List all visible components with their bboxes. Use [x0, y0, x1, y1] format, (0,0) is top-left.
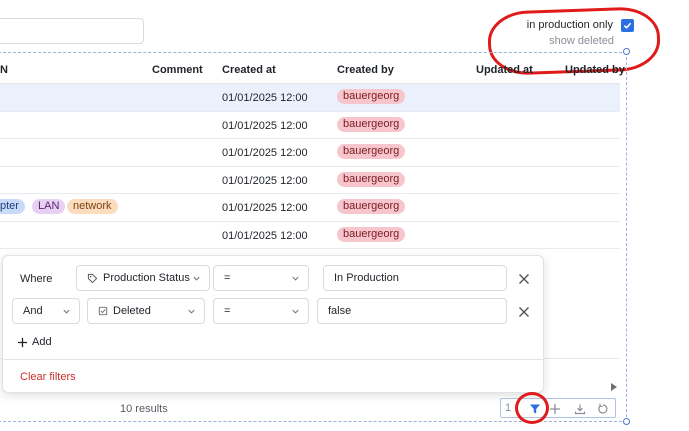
- filter-operator-select[interactable]: =: [213, 298, 309, 324]
- table-row[interactable]: 01/01/2025 12:00 bauergeorg: [0, 167, 620, 194]
- filter-field-select[interactable]: Deleted: [87, 298, 205, 324]
- chevron-down-icon: [188, 309, 195, 314]
- created-at-cell: 01/01/2025 12:00: [222, 147, 308, 159]
- category-tag: pter: [0, 199, 25, 214]
- column-header-created-at[interactable]: Created at: [222, 64, 276, 76]
- table-row[interactable]: 01/01/2025 12:00 bauergeorg: [0, 139, 620, 167]
- filter-operator-label: =: [224, 272, 231, 284]
- checkbox-icon: [98, 306, 108, 316]
- filter-divider: [3, 359, 543, 360]
- download-icon: [574, 404, 586, 415]
- category-tag: LAN: [32, 199, 66, 214]
- created-at-cell: 01/01/2025 12:00: [222, 229, 308, 242]
- annotation-circle-filter: [515, 392, 549, 424]
- created-at-cell: 01/01/2025 12:00: [222, 119, 308, 132]
- plus-icon: [550, 404, 560, 414]
- user-tag: bauergeorg: [337, 89, 406, 104]
- add-row-button[interactable]: [547, 401, 563, 417]
- filter-field-label: Deleted: [113, 305, 151, 317]
- user-tag: bauergeorg: [337, 171, 406, 187]
- column-header-comment[interactable]: Comment: [152, 64, 203, 76]
- add-filter-button[interactable]: Add: [17, 336, 52, 348]
- filter-value-input[interactable]: false: [317, 298, 507, 324]
- add-filter-label: Add: [32, 336, 52, 348]
- filter-panel: Where Production Status = In Production …: [2, 255, 544, 393]
- refresh-button[interactable]: [595, 401, 611, 417]
- chevron-down-icon: [63, 309, 70, 314]
- download-button[interactable]: [572, 401, 588, 417]
- filter-field-label: Production Status: [103, 272, 190, 284]
- user-tag: bauergeorg: [337, 199, 406, 214]
- table-row[interactable]: 01/01/2025 12:00 bauergeorg: [0, 84, 620, 112]
- remove-filter-icon[interactable]: [517, 305, 531, 319]
- filter-conjunction-where: Where: [20, 273, 53, 285]
- filter-operator-label: =: [224, 305, 231, 317]
- table-row[interactable]: pter LAN network 01/01/2025 12:00 bauerg…: [0, 194, 620, 222]
- user-tag: bauergeorg: [337, 116, 406, 132]
- chevron-down-icon: [292, 309, 299, 314]
- resize-handle-top-right[interactable]: [623, 48, 630, 55]
- refresh-icon: [598, 403, 608, 414]
- filter-conjunction-select[interactable]: And: [12, 298, 80, 324]
- filter-field-select[interactable]: Production Status: [76, 265, 210, 291]
- clear-filters-button[interactable]: Clear filters: [20, 371, 76, 383]
- page-number[interactable]: 1: [505, 402, 511, 414]
- remove-filter-icon[interactable]: [517, 272, 531, 286]
- table-header: N Comment Created at Created by Updated …: [0, 55, 625, 84]
- column-header-created-by[interactable]: Created by: [337, 64, 394, 76]
- scroll-right-arrow[interactable]: [611, 383, 617, 391]
- category-tag: network: [67, 199, 118, 214]
- created-at-cell: 01/01/2025 12:00: [222, 174, 308, 187]
- table-row[interactable]: 01/01/2025 12:00 bauergeorg: [0, 222, 620, 249]
- chevron-down-icon: [292, 276, 299, 281]
- user-tag: bauergeorg: [337, 144, 406, 159]
- user-tag: bauergeorg: [337, 226, 406, 242]
- created-at-cell: 01/01/2025 12:00: [222, 202, 308, 214]
- filter-operator-select[interactable]: =: [213, 265, 309, 291]
- filter-conjunction-label: And: [23, 305, 43, 317]
- column-header-updated-at[interactable]: Updated at: [476, 64, 533, 76]
- chevron-down-icon: [193, 276, 200, 281]
- column-header-n[interactable]: N: [0, 64, 8, 76]
- created-at-cell: 01/01/2025 12:00: [222, 92, 308, 104]
- search-input[interactable]: [0, 18, 144, 44]
- filter-value-text: false: [328, 305, 352, 317]
- filter-value-text: In Production: [334, 272, 399, 284]
- tag-icon: [87, 273, 98, 283]
- column-header-updated-by[interactable]: Updated by: [565, 64, 625, 76]
- table-row[interactable]: 01/01/2025 12:00 bauergeorg: [0, 112, 620, 139]
- results-count: 10 results: [120, 403, 168, 415]
- filter-value-input[interactable]: In Production: [323, 265, 507, 291]
- plus-icon: [17, 337, 28, 347]
